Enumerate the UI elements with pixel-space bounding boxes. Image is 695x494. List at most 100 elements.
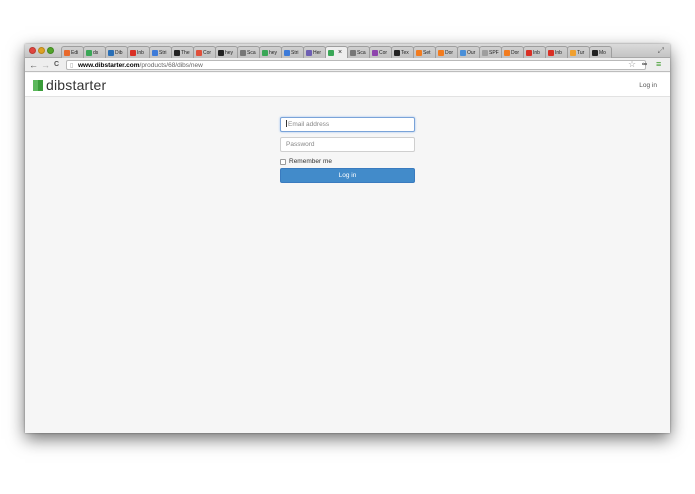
site-header: dibstarter Log in — [25, 73, 670, 97]
tab-label: ds — [93, 49, 99, 56]
browser-tab[interactable]: SPF — [479, 46, 502, 58]
tab-label: SPF — [489, 49, 499, 56]
fullscreen-icon[interactable]: ⤢ — [658, 46, 664, 56]
dibstarter-logo-icon[interactable] — [33, 80, 43, 91]
browser-tab[interactable]: Cor — [193, 46, 216, 58]
url-path: /products/68/dibs/new — [139, 62, 203, 69]
minimize-window-icon[interactable] — [38, 47, 45, 54]
browser-tab[interactable]: Dor — [435, 46, 458, 58]
dibstarter-icon — [328, 49, 334, 56]
browser-tab[interactable]: Her — [303, 46, 326, 58]
tab-label: Cor — [203, 49, 212, 56]
extension-glasses-icon[interactable]: ∞ — [642, 60, 647, 70]
doc-icon — [108, 49, 114, 56]
browser-tab[interactable]: hey — [259, 46, 282, 58]
back-button[interactable]: ← — [29, 59, 38, 71]
box-icon — [240, 49, 246, 56]
tab-label: Dor — [511, 49, 520, 56]
tab-label: Sca — [247, 49, 256, 56]
t-icon — [394, 49, 400, 56]
address-bar[interactable]: ▯ www.dibstarter.com/products/68/dibs/ne… — [66, 60, 646, 70]
remember-me-label: Remember me — [289, 158, 332, 165]
browser-tab[interactable]: Mo — [589, 46, 612, 58]
login-button[interactable]: Log in — [280, 168, 415, 183]
e-icon — [592, 49, 598, 56]
tab-label: Her — [313, 49, 322, 56]
browser-window: Edi ds Dib Inb Stri The Cor hey Sca hey Stri Her × Sc… — [25, 44, 670, 433]
tab-label: The — [181, 49, 190, 56]
browser-tab[interactable]: The — [171, 46, 194, 58]
close-tab-icon[interactable]: × — [338, 49, 342, 56]
github-icon — [218, 49, 224, 56]
h-icon — [306, 49, 312, 56]
forward-button[interactable]: → — [41, 59, 50, 71]
stripe-icon — [152, 49, 158, 56]
hn-icon — [416, 49, 422, 56]
password-placeholder: Password — [286, 141, 315, 148]
ring-icon — [570, 49, 576, 56]
gmail-icon — [130, 49, 136, 56]
gmail-icon — [526, 49, 532, 56]
browser-tab[interactable]: Cor — [369, 46, 392, 58]
c-icon — [372, 49, 378, 56]
zoom-window-icon[interactable] — [47, 47, 54, 54]
m-icon — [460, 49, 466, 56]
reload-button[interactable]: C — [54, 59, 59, 71]
browser-tab[interactable]: Inb — [523, 46, 546, 58]
tab-label: hey — [269, 49, 278, 56]
menu-icon[interactable]: ≡ — [656, 59, 661, 70]
c-icon — [196, 49, 202, 56]
browser-tab[interactable]: Our — [457, 46, 480, 58]
browser-tab[interactable]: Tur — [567, 46, 590, 58]
text-caret — [286, 120, 287, 127]
tab-label: Tur — [577, 49, 585, 56]
bookmark-star-icon[interactable]: ☆ — [628, 59, 636, 70]
tab-label: Inb — [137, 49, 144, 56]
tab-label: Stri — [159, 49, 167, 56]
sheet-icon — [86, 49, 92, 56]
browser-tab[interactable]: hey — [215, 46, 238, 58]
browser-tab[interactable]: Tex — [391, 46, 414, 58]
hn-icon — [504, 49, 510, 56]
browser-tab[interactable]: Sca — [237, 46, 260, 58]
tab-label: Set — [423, 49, 431, 56]
close-window-icon[interactable] — [29, 47, 36, 54]
remember-me-checkbox[interactable] — [280, 158, 286, 165]
tabs: Edi ds Dib Inb Stri The Cor hey Sca hey Stri Her × Sc… — [61, 46, 612, 58]
url-host: www.dibstarter.com — [78, 62, 140, 69]
page-icon — [482, 49, 488, 56]
password-field[interactable]: Password — [280, 137, 415, 152]
remember-me-row[interactable]: Remember me — [280, 157, 415, 166]
browser-tab[interactable]: Inb — [127, 46, 150, 58]
tab-label: Dib — [115, 49, 123, 56]
browser-tab[interactable]: Set — [413, 46, 436, 58]
browser-tab[interactable]: Inb — [545, 46, 568, 58]
tab-label: Mo — [599, 49, 606, 56]
browser-tab[interactable]: Edi — [61, 46, 84, 58]
tab-label: Tex — [401, 49, 409, 56]
tab-label: Stri — [291, 49, 299, 56]
browser-tab[interactable]: Stri — [149, 46, 172, 58]
header-login-link[interactable]: Log in — [639, 82, 657, 89]
browser-tab[interactable]: Dor — [501, 46, 524, 58]
bolt-icon — [262, 49, 268, 56]
tab-label: Dor — [445, 49, 454, 56]
tab-label: Inb — [533, 49, 540, 56]
email-field[interactable]: Email address — [280, 117, 415, 132]
tab-label: Edi — [71, 49, 79, 56]
gmail-icon — [548, 49, 554, 56]
box-icon — [350, 49, 356, 56]
browser-tab[interactable]: × — [325, 46, 348, 58]
email-placeholder: Email address — [288, 121, 330, 128]
puzzle-icon — [64, 49, 70, 56]
browser-tab[interactable]: ds — [83, 46, 106, 58]
stripe-icon — [284, 49, 290, 56]
browser-toolbar: ← → C ▯ www.dibstarter.com/products/68/d… — [25, 58, 670, 72]
browser-tab[interactable]: Stri — [281, 46, 304, 58]
tab-strip: Edi ds Dib Inb Stri The Cor hey Sca hey Stri Her × Sc… — [25, 44, 670, 58]
site-logo-text[interactable]: dibstarter — [46, 77, 106, 93]
browser-tab[interactable]: Sca — [347, 46, 370, 58]
tab-label: hey — [225, 49, 234, 56]
hn-icon — [438, 49, 444, 56]
browser-tab[interactable]: Dib — [105, 46, 128, 58]
